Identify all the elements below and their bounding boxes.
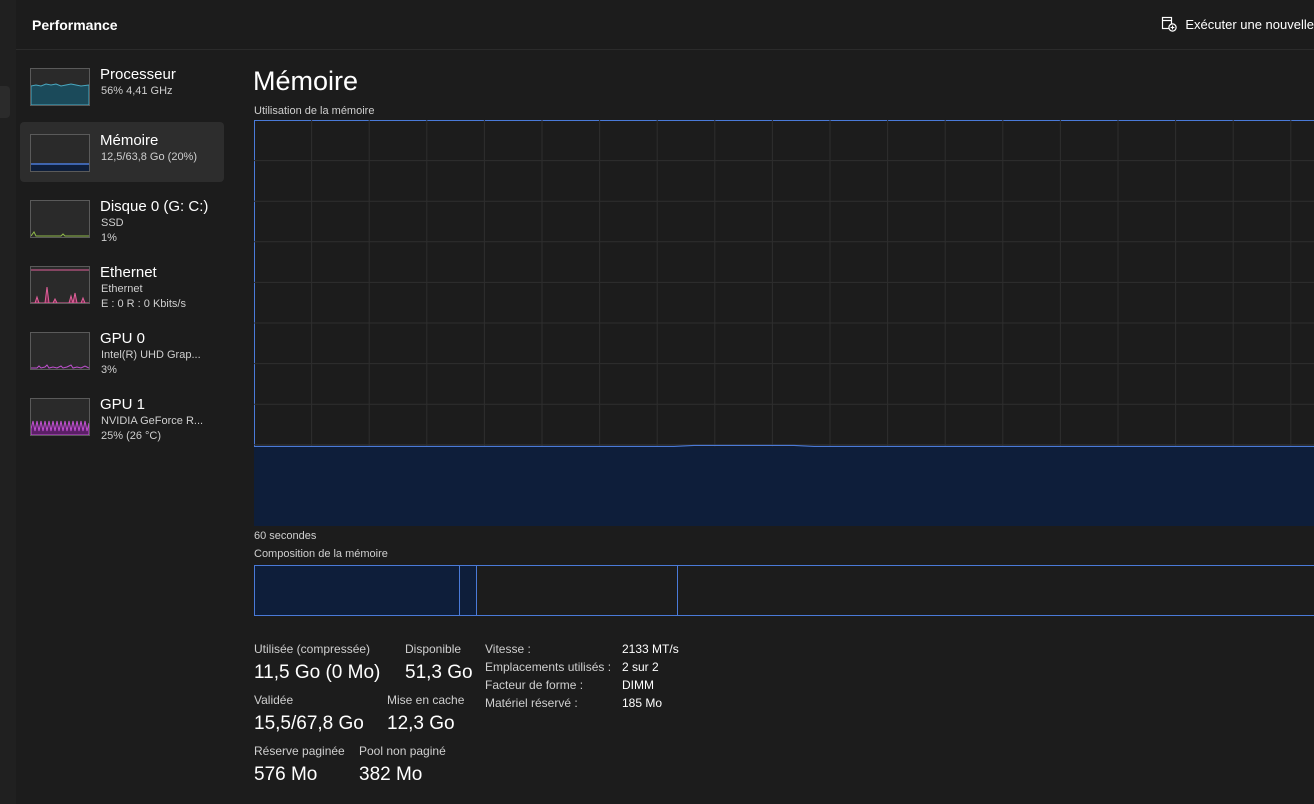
sidebar-item-detail: Ethernet	[101, 283, 143, 295]
chart-time-label: 60 secondes	[254, 530, 317, 542]
speed-value: 2133 MT/s	[622, 642, 679, 656]
slots-value: 2 sur 2	[622, 660, 659, 674]
sidebar-item-detail: NVIDIA GeForce R...	[101, 415, 204, 427]
sidebar-item-name: Ethernet	[100, 264, 157, 281]
used-value: 11,5 Go (0 Mo)	[254, 662, 381, 683]
composition-standby[interactable]	[477, 566, 678, 615]
sidebar-item-detail: 56% 4,41 GHz	[101, 85, 173, 97]
sidebar-item-detail: Intel(R) UHD Grap...	[101, 349, 201, 361]
cached-label: Mise en cache	[387, 693, 465, 707]
memory-usage-area	[254, 446, 1314, 526]
app-header: Performance Exécuter une nouvelle	[16, 0, 1314, 50]
page-title: Mémoire	[253, 66, 359, 96]
sidebar-item-memoire[interactable]: Mémoire 12,5/63,8 Go (20%)	[20, 122, 224, 182]
sidebar-item-processeur[interactable]: Processeur 56% 4,41 GHz	[20, 56, 224, 116]
sidebar-item-ethernet[interactable]: Ethernet Ethernet E : 0 R : 0 Kbits/s	[20, 254, 224, 314]
composition-modified[interactable]	[460, 566, 477, 615]
sidebar-item-detail-2: 3%	[101, 364, 117, 376]
memory-usage-chart	[254, 120, 1314, 526]
committed-value: 15,5/67,8 Go	[254, 713, 364, 734]
nav-selection-indicator	[0, 86, 10, 118]
gpu1-thumbnail	[30, 398, 90, 436]
committed-label: Validée	[254, 693, 294, 707]
left-nav-strip	[0, 0, 16, 804]
cached-value: 12,3 Go	[387, 713, 455, 734]
disk-thumbnail	[30, 200, 90, 238]
sidebar-item-gpu0[interactable]: GPU 0 Intel(R) UHD Grap... 3%	[20, 320, 224, 380]
hardware-reserved-value: 185 Mo	[622, 696, 663, 710]
sidebar-item-name: GPU 0	[100, 330, 146, 347]
sidebar-item-gpu1[interactable]: GPU 1 NVIDIA GeForce R... 25% (26 °C)	[20, 386, 224, 446]
sidebar-item-detail-2: 25% (26 °C)	[101, 430, 162, 442]
form-factor-value: DIMM	[622, 678, 654, 692]
gpu0-thumbnail	[30, 332, 90, 370]
sidebar-item-detail: SSD	[101, 217, 124, 229]
run-task-label: Exécuter une nouvelle	[1185, 16, 1314, 32]
sidebar-item-name: Mémoire	[100, 132, 159, 149]
sidebar-item-detail: 12,5/63,8 Go (20%)	[101, 151, 198, 163]
hardware-reserved-key: Matériel réservé :	[485, 696, 578, 710]
run-task-icon	[1162, 16, 1178, 32]
sidebar-item-name: Processeur	[100, 66, 176, 83]
run-new-task-button[interactable]: Exécuter une nouvelle	[1161, 16, 1314, 32]
available-value: 51,3 Go	[405, 662, 473, 683]
sidebar-item-name: GPU 1	[100, 396, 146, 413]
memory-composition-bar	[254, 565, 1314, 616]
resource-sidebar: Processeur 56% 4,41 GHz Mémoire 12,5/63,…	[20, 56, 224, 452]
form-factor-key: Facteur de forme :	[485, 678, 584, 692]
sidebar-item-disque[interactable]: Disque 0 (G: C:) SSD 1%	[20, 188, 224, 248]
composition-free[interactable]	[678, 566, 1314, 615]
ethernet-thumbnail	[30, 266, 90, 304]
page-header-title: Performance	[32, 17, 118, 33]
nonpaged-pool-label: Pool non paginé	[359, 744, 446, 758]
usage-chart-label: Utilisation de la mémoire	[254, 105, 375, 117]
cpu-thumbnail	[30, 68, 90, 106]
slots-key: Emplacements utilisés :	[485, 660, 612, 674]
sidebar-item-detail-2: 1%	[101, 232, 117, 244]
sidebar-item-detail-2: E : 0 R : 0 Kbits/s	[101, 298, 186, 310]
paged-pool-label: Réserve paginée	[254, 744, 345, 758]
composition-in-use[interactable]	[255, 566, 460, 615]
paged-pool-value: 576 Mo	[254, 764, 318, 785]
nonpaged-pool-value: 382 Mo	[359, 764, 423, 785]
memory-thumbnail	[30, 134, 90, 172]
available-label: Disponible	[405, 642, 462, 656]
used-label: Utilisée (compressée)	[254, 642, 371, 656]
composition-label: Composition de la mémoire	[254, 548, 388, 560]
speed-key: Vitesse :	[485, 642, 531, 656]
sidebar-item-name: Disque 0 (G: C:)	[100, 198, 209, 215]
